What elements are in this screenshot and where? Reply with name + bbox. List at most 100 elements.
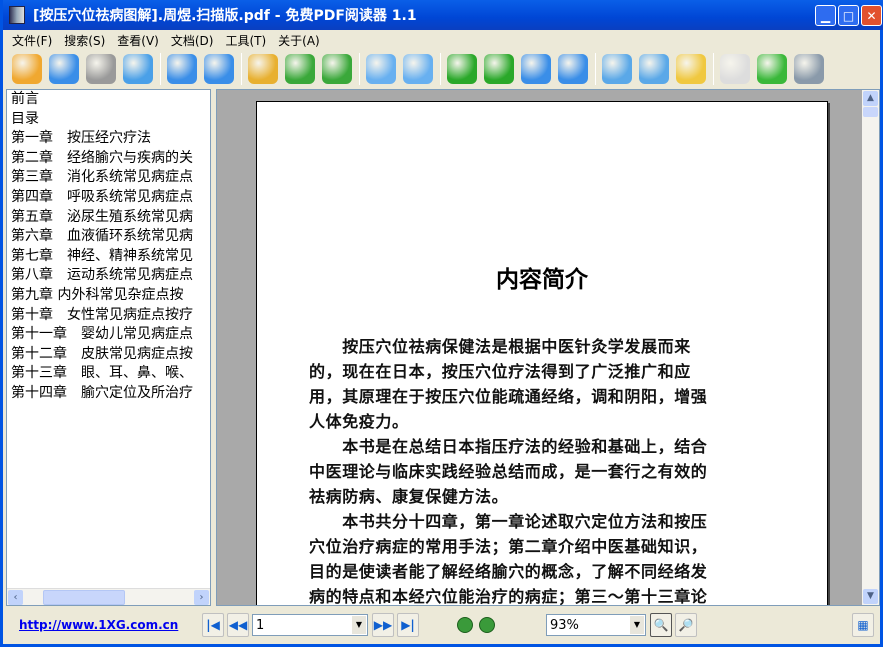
rotate-icon[interactable]: [285, 54, 315, 84]
scroll-down-button[interactable]: ▼: [863, 589, 878, 604]
menu-item-2[interactable]: 查看(V): [111, 30, 165, 48]
scroll-left-button[interactable]: ‹: [8, 590, 23, 605]
horizontal-scrollbar[interactable]: ‹ ›: [7, 588, 210, 605]
vertical-scrollbar[interactable]: ▲ ▼: [862, 90, 879, 605]
outline-item[interactable]: 目录: [7, 110, 210, 130]
back-icon: [457, 617, 473, 633]
outline-item[interactable]: 第四章 呼吸系统常见病症点: [7, 188, 210, 208]
website-link[interactable]: http://www.1XG.com.cn: [19, 618, 202, 632]
page-number-combo[interactable]: 1 ▼: [252, 614, 368, 636]
hand-tool-icon[interactable]: [720, 54, 750, 84]
outline-item[interactable]: 第五章 泌尿生殖系统常见病: [7, 208, 210, 228]
outline-item[interactable]: 第十章 女性常见病症点按疗: [7, 306, 210, 326]
outline-item[interactable]: 第十二章 皮肤常见病症点按: [7, 345, 210, 365]
text-line: 的，现在在日本，按压穴位疗法得到了广泛推广和应: [309, 362, 691, 381]
scroll-thumb[interactable]: [863, 107, 878, 117]
text-line: 祛病防病、康复保健方法。: [309, 487, 509, 506]
multi-page-icon[interactable]: [639, 54, 669, 84]
scroll-thumb[interactable]: [43, 590, 125, 605]
text-line: 人体免疫力。: [309, 412, 409, 431]
forward-icon: [479, 617, 495, 633]
minimize-button[interactable]: ▁: [815, 5, 836, 26]
snapshot-icon[interactable]: [794, 54, 824, 84]
text-line: 本书是在总结日本指压疗法的经验和基础上，结合: [309, 437, 708, 456]
scroll-up-button[interactable]: ▲: [863, 91, 878, 106]
single-page-icon[interactable]: [602, 54, 632, 84]
text-line: 用，其原理在于按压穴位能疏通经络，调和阴阳，增强: [309, 387, 708, 406]
window-title: [按压穴位祛病图解].周煜.扫描版.pdf - 免费PDF阅读器 1.1: [33, 8, 417, 24]
text-line: 按压穴位祛病保健法是根据中医针灸学发展而来: [309, 337, 691, 356]
chevron-down-icon[interactable]: ▼: [630, 616, 644, 634]
zoom-in-button[interactable]: 🔎: [675, 613, 697, 637]
last-page-icon[interactable]: [558, 54, 588, 84]
menu-item-4[interactable]: 工具(T): [219, 30, 272, 48]
page-body: 按压穴位祛病保健法是根据中医针灸学发展而来 的，现在在日本，按压穴位疗法得到了广泛…: [309, 334, 779, 606]
toolbar: [6, 50, 880, 88]
outline-item[interactable]: 第七章 神经、精神系统常见: [7, 247, 210, 267]
print-icon[interactable]: [86, 54, 116, 84]
last-page-button[interactable]: ▶|: [397, 613, 419, 637]
outline-panel: 前言 目录 第一章 按压经穴疗法 第二章 经络腧穴与疾病的关 第三章 消化系统常见病症点…: [6, 89, 211, 606]
scroll-right-button[interactable]: ›: [194, 590, 209, 605]
first-page-icon[interactable]: [521, 54, 551, 84]
text-select-icon[interactable]: [757, 54, 787, 84]
text-line: 目的是使读者能了解经络腧穴的概念，了解不同经络发: [309, 562, 708, 581]
thumbnails-button[interactable]: ▦: [852, 613, 874, 637]
zoom-in-icon[interactable]: [403, 54, 433, 84]
outline-item[interactable]: 第九章 内外科常见杂症点按: [7, 286, 210, 306]
forward-button[interactable]: [476, 613, 498, 637]
zoom-combo[interactable]: 93% ▼: [546, 614, 646, 636]
app-window: [按压穴位祛病图解].周煜.扫描版.pdf - 免费PDF阅读器 1.1 ▁ □…: [0, 0, 883, 647]
next-page-icon[interactable]: [484, 54, 514, 84]
first-page-button[interactable]: |◀: [202, 613, 224, 637]
menu-item-0[interactable]: 文件(F): [6, 30, 58, 48]
outline-item[interactable]: 第八章 运动系统常见病症点: [7, 266, 210, 286]
outline-item[interactable]: 第三章 消化系统常见病症点: [7, 168, 210, 188]
zoom-value: 93%: [550, 617, 579, 633]
outline-item[interactable]: 第二章 经络腧穴与疾病的关: [7, 149, 210, 169]
text-line: 穴位治疗病症的常用手法；第二章介绍中医基础知识，: [309, 537, 708, 556]
image-icon[interactable]: [248, 54, 278, 84]
title-bar: [按压穴位祛病图解].周煜.扫描版.pdf - 免费PDF阅读器 1.1 ▁ □…: [3, 0, 883, 30]
toolbar-separator: [359, 53, 360, 85]
undo-icon[interactable]: [167, 54, 197, 84]
text-line: 本书共分十四章，第一章论述取穴定位方法和按压: [309, 512, 708, 531]
scroll-icon[interactable]: [676, 54, 706, 84]
toolbar-separator: [595, 53, 596, 85]
previous-page-button[interactable]: ◀◀: [227, 613, 249, 637]
zoom-out-button[interactable]: 🔍: [650, 613, 672, 637]
email-icon[interactable]: [123, 54, 153, 84]
swap-icon[interactable]: [322, 54, 352, 84]
document-viewer: 内容简介 按压穴位祛病保健法是根据中医针灸学发展而来 的，现在在日本，按压穴位疗法…: [216, 89, 880, 606]
status-bar: http://www.1XG.com.cn |◀ ◀◀ 1 ▼ ▶▶ ▶| 93%…: [6, 608, 880, 642]
pdf-page: 内容简介 按压穴位祛病保健法是根据中医针灸学发展而来 的，现在在日本，按压穴位疗法…: [256, 101, 828, 606]
outline-item[interactable]: 第一章 按压经穴疗法: [7, 129, 210, 149]
outline-item[interactable]: 第六章 血液循环系统常见病: [7, 227, 210, 247]
open-folder-icon[interactable]: [12, 54, 42, 84]
save-icon[interactable]: [49, 54, 79, 84]
zoom-out-icon[interactable]: [366, 54, 396, 84]
toolbar-separator: [160, 53, 161, 85]
app-icon: [9, 6, 25, 24]
text-line: 中医理论与临床实践经验总结而成，是一套行之有效的: [309, 462, 708, 481]
outline-item[interactable]: 第十三章 眼、耳、鼻、喉、: [7, 364, 210, 384]
menu-item-1[interactable]: 搜索(S): [58, 30, 111, 48]
page-heading: 内容简介: [496, 266, 588, 293]
outline-item[interactable]: 第十四章 腧穴定位及所治疗: [7, 384, 210, 404]
toolbar-separator: [440, 53, 441, 85]
menu-item-3[interactable]: 文档(D): [165, 30, 220, 48]
redo-icon[interactable]: [204, 54, 234, 84]
next-page-button[interactable]: ▶▶: [372, 613, 394, 637]
page-number-value: 1: [256, 617, 265, 633]
maximize-button[interactable]: □: [838, 5, 859, 26]
toolbar-separator: [241, 53, 242, 85]
outline-item[interactable]: 第十一章 婴幼儿常见病症点: [7, 325, 210, 345]
previous-page-icon[interactable]: [447, 54, 477, 84]
outline-item[interactable]: 前言: [7, 90, 210, 110]
menu-item-5[interactable]: 关于(A): [272, 30, 326, 48]
menu-bar: 文件(F) 搜索(S) 查看(V) 文档(D) 工具(T) 关于(A): [6, 30, 326, 48]
back-button[interactable]: [454, 613, 476, 637]
text-line: 病的特点和本经穴位能治疗的病症；第三～第十三章论: [309, 587, 708, 606]
chevron-down-icon[interactable]: ▼: [352, 616, 366, 634]
close-button[interactable]: ✕: [861, 5, 882, 26]
